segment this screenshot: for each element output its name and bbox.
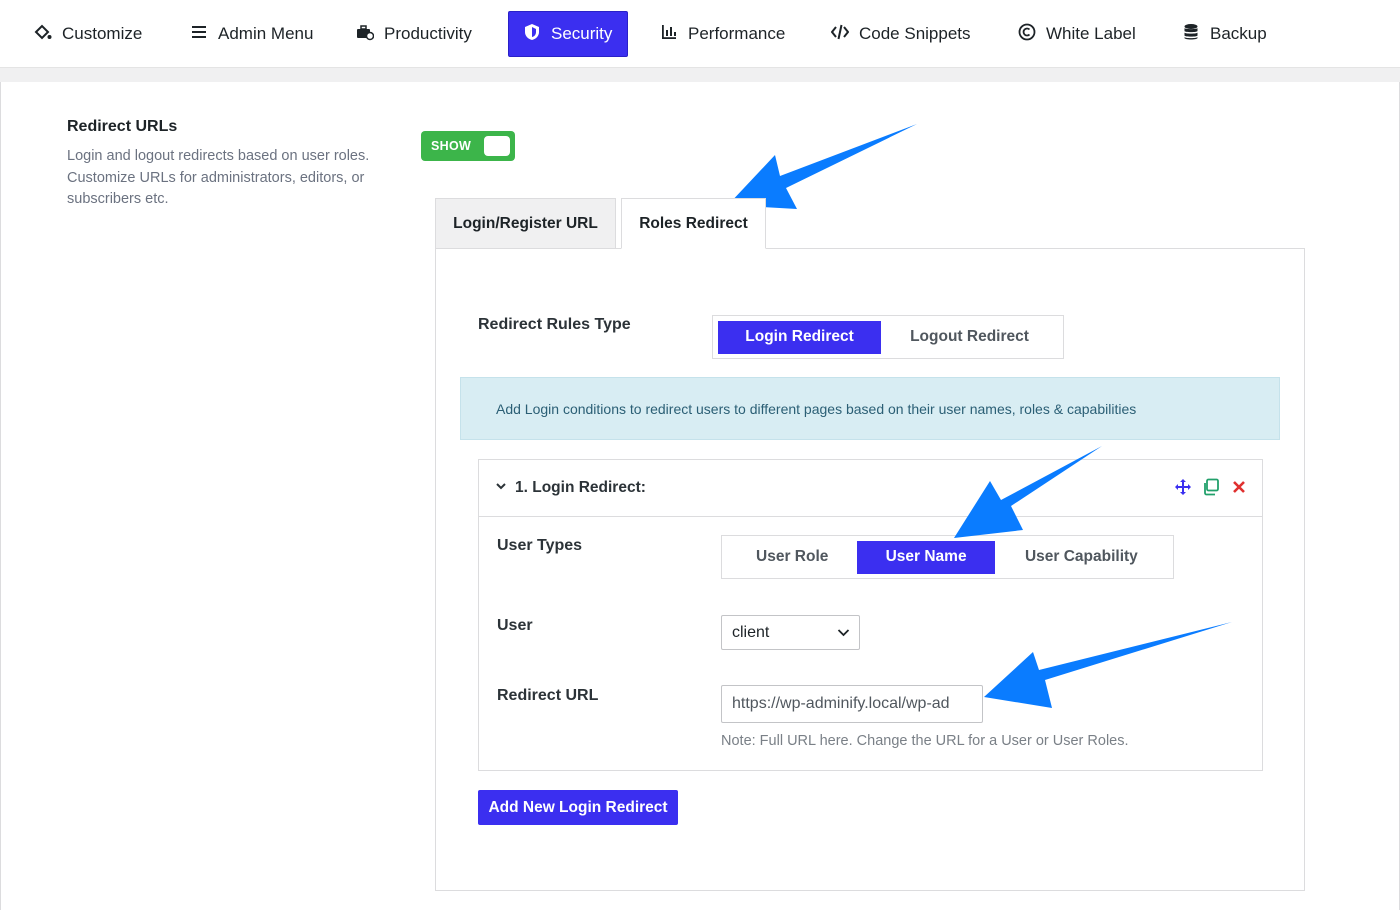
duplicate-icon[interactable]: [1202, 478, 1220, 496]
toggle-knob: [484, 136, 510, 156]
nav-divider-band: [0, 68, 1400, 82]
nav-backup-label: Backup: [1210, 24, 1267, 43]
user-label: User: [497, 617, 533, 634]
nav-security[interactable]: Security: [508, 11, 628, 57]
nav-white-label[interactable]: White Label: [1004, 11, 1150, 57]
user-name-option[interactable]: User Name: [857, 540, 995, 574]
login-redirect-item-title: 1. Login Redirect:: [515, 479, 646, 496]
redirect-rules-type-label: Redirect Rules Type: [478, 316, 631, 333]
nav-performance-label: Performance: [688, 24, 786, 43]
database-icon: [1182, 23, 1200, 46]
redirect-rules-type-control: Login Redirect Logout Redirect: [712, 315, 1064, 359]
login-redirect-option[interactable]: Login Redirect: [718, 320, 882, 354]
section-description: Login and logout redirects based on user…: [67, 148, 370, 207]
info-notice: Add Login conditions to redirect users t…: [460, 377, 1280, 440]
code-icon: [830, 23, 850, 46]
user-capability-option[interactable]: User Capability: [995, 541, 1168, 574]
user-types-label: User Types: [497, 537, 583, 554]
tab-roles-redirect[interactable]: Roles Redirect: [621, 198, 766, 249]
nav-admin-menu-label: Admin Menu: [218, 24, 314, 43]
section-title: Redirect URLs: [67, 118, 178, 135]
redirect-url-input[interactable]: [721, 685, 983, 723]
select-chevron-icon: [837, 629, 850, 637]
user-select[interactable]: client: [721, 615, 860, 650]
logout-redirect-option[interactable]: Logout Redirect: [881, 321, 1058, 354]
hamburger-menu-icon: [190, 23, 208, 46]
tab-login-register-url[interactable]: Login/Register URL: [435, 198, 616, 249]
item-tools: [1174, 478, 1248, 496]
nav-code-snippets[interactable]: Code Snippets: [817, 11, 985, 57]
login-redirect-item-header[interactable]: 1. Login Redirect:: [479, 460, 1262, 517]
arrow-to-roles-redirect-tab: [728, 124, 917, 209]
nav-productivity-label: Productivity: [384, 24, 472, 43]
shield-icon: [523, 23, 541, 46]
redirect-url-label: Redirect URL: [497, 687, 599, 704]
top-navigation: Customize Admin Menu Productivity Securi…: [0, 0, 1400, 68]
content-frame-left-border: [0, 82, 1, 910]
nav-performance[interactable]: Performance: [646, 11, 799, 57]
nav-security-label: Security: [551, 24, 613, 43]
close-icon[interactable]: [1230, 478, 1248, 496]
info-notice-text: Add Login conditions to redirect users t…: [496, 400, 1137, 417]
show-toggle[interactable]: SHOW: [421, 131, 515, 161]
redirect-url-note: Note: Full URL here. Change the URL for …: [721, 733, 1129, 749]
user-types-control: User Role User Name User Capability: [721, 535, 1174, 579]
user-role-option[interactable]: User Role: [727, 541, 857, 574]
nav-backup[interactable]: Backup: [1168, 11, 1281, 57]
bar-chart-icon: [660, 23, 678, 46]
nav-white-label-label: White Label: [1046, 24, 1136, 43]
paint-bucket-icon: [34, 23, 52, 46]
toggle-label: SHOW: [431, 139, 472, 153]
nav-admin-menu[interactable]: Admin Menu: [176, 11, 327, 57]
toolbox-icon: [356, 23, 375, 46]
user-select-value: client: [732, 623, 770, 641]
nav-customize-label: Customize: [62, 24, 143, 43]
move-icon[interactable]: [1174, 478, 1192, 496]
nav-productivity[interactable]: Productivity: [342, 11, 486, 57]
chevron-down-icon[interactable]: [495, 479, 507, 497]
copyright-icon: [1018, 23, 1036, 46]
nav-code-snippets-label: Code Snippets: [859, 24, 971, 43]
add-new-login-redirect-button[interactable]: Add New Login Redirect: [478, 790, 678, 825]
nav-customize[interactable]: Customize: [20, 11, 156, 57]
login-redirect-item: 1. Login Redirect:: [478, 459, 1263, 771]
